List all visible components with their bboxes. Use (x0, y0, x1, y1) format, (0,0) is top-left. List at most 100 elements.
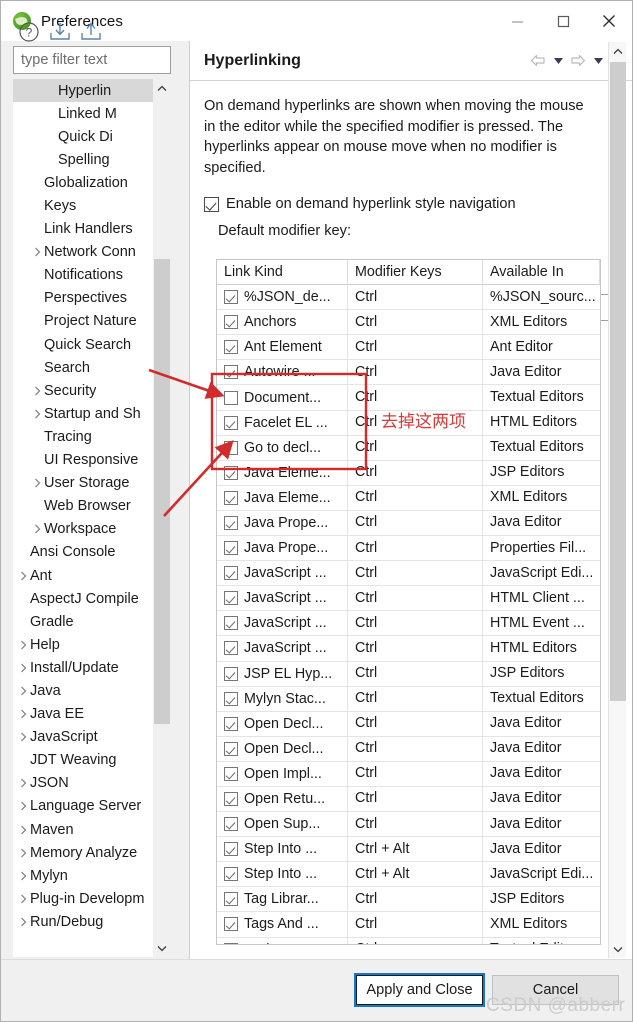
row-checkbox[interactable] (224, 641, 238, 656)
sidebar-item-java-ee[interactable]: Java EE (13, 703, 155, 726)
sidebar-item-workspace[interactable]: Workspace (13, 518, 155, 541)
table-row[interactable]: Java Prope... Ctrl Properties Fil... (217, 535, 600, 562)
sidebar-scroll-thumb[interactable] (154, 259, 170, 724)
sidebar-item-help[interactable]: Help (13, 633, 155, 656)
table-row[interactable]: %JSON_de... Ctrl %JSON_sourc... (217, 284, 600, 311)
chevron-right-icon[interactable] (31, 409, 44, 419)
filter-input[interactable] (13, 46, 171, 74)
sidebar-item-link-handlers[interactable]: Link Handlers (13, 218, 155, 241)
row-checkbox[interactable] (224, 440, 238, 455)
row-checkbox[interactable] (224, 741, 238, 756)
sidebar-item-mylyn[interactable]: Mylyn (13, 864, 155, 887)
table-row[interactable]: Open Sup... Ctrl Java Editor (217, 811, 600, 838)
sidebar-item-linked-m[interactable]: Linked M (13, 102, 155, 125)
sidebar-item-memory-analyze[interactable]: Memory Analyze (13, 841, 155, 864)
main-scroll-thumb[interactable] (610, 62, 626, 701)
forward-arrow-icon[interactable] (568, 50, 588, 72)
row-checkbox[interactable] (224, 892, 238, 907)
row-checkbox[interactable] (224, 792, 238, 807)
sidebar-item-network-conn[interactable]: Network Conn (13, 241, 155, 264)
row-checkbox[interactable] (224, 716, 238, 731)
row-checkbox[interactable] (224, 290, 238, 305)
sidebar-item-gradle[interactable]: Gradle (13, 610, 155, 633)
chevron-right-icon[interactable] (17, 778, 30, 788)
row-checkbox[interactable] (224, 490, 238, 505)
chevron-right-icon[interactable] (17, 732, 30, 742)
sidebar-item-hyperlin[interactable]: Hyperlin (13, 79, 155, 103)
chevron-right-icon[interactable] (17, 894, 30, 904)
help-icon[interactable]: ? (17, 20, 41, 44)
sidebar-item-ui-responsive[interactable]: UI Responsive (13, 449, 155, 472)
chevron-right-icon[interactable] (31, 524, 44, 534)
minimize-button[interactable] (494, 1, 540, 41)
row-checkbox[interactable] (224, 666, 238, 681)
row-checkbox[interactable] (224, 867, 238, 882)
enable-hyperlink-checkbox-row[interactable]: Enable on demand hyperlink style navigat… (204, 196, 615, 212)
sidebar-item-web-browser[interactable]: Web Browser (13, 495, 155, 518)
row-checkbox[interactable] (224, 917, 238, 932)
table-row[interactable]: Task URLs CtrlTextual Editors (217, 937, 600, 944)
table-row[interactable]: JavaScript ... Ctrl HTML Event ... (217, 610, 600, 637)
chevron-right-icon[interactable] (17, 686, 30, 696)
column-header-link-kind[interactable]: Link Kind (217, 260, 348, 285)
chevron-right-icon[interactable] (17, 825, 30, 835)
sidebar-item-perspectives[interactable]: Perspectives (13, 287, 155, 310)
table-row[interactable]: JavaScript ... Ctrl HTML Editors (217, 635, 600, 662)
table-row[interactable]: Open Retu... Ctrl Java Editor (217, 786, 600, 813)
row-checkbox[interactable] (224, 315, 238, 330)
row-checkbox[interactable] (224, 390, 238, 405)
sidebar-item-install-update[interactable]: Install/Update (13, 656, 155, 679)
sidebar-item-search[interactable]: Search (13, 356, 155, 379)
table-row[interactable]: Step Into ... Ctrl + Alt Java Editor (217, 836, 600, 863)
table-row[interactable]: JavaScript ... Ctrl JavaScript Edi... (217, 560, 600, 587)
row-checkbox[interactable] (224, 691, 238, 706)
table-row[interactable]: Open Decl... Ctrl Java Editor (217, 736, 600, 762)
main-scroll-up-icon[interactable] (609, 42, 626, 60)
sidebar-item-security[interactable]: Security (13, 379, 155, 402)
chevron-right-icon[interactable] (17, 571, 30, 581)
link-kinds-table[interactable]: Link Kind Modifier Keys Available In %JS… (216, 259, 601, 945)
sidebar-item-globalization[interactable]: Globalization (13, 171, 155, 194)
forward-dropdown-icon[interactable] (590, 50, 606, 72)
main-scroll-down-icon[interactable] (609, 940, 626, 958)
table-row[interactable]: Open Impl... Ctrl Java Editor (217, 761, 600, 787)
preferences-tree[interactable]: Hyperlin Linked M Quick Di Spelling Globaliz… (13, 79, 171, 957)
row-checkbox[interactable] (224, 465, 238, 480)
sidebar-item-run-debug[interactable]: Run/Debug (13, 910, 155, 933)
row-checkbox[interactable] (224, 365, 238, 380)
sidebar-item-java[interactable]: Java (13, 679, 155, 702)
sidebar-item-ansi-console[interactable]: Ansi Console (13, 541, 155, 564)
row-checkbox[interactable] (224, 942, 238, 944)
apply-and-close-button[interactable]: Apply and Close (354, 973, 485, 1007)
sidebar-item-javascript[interactable]: JavaScript (13, 726, 155, 749)
column-header-available-in[interactable]: Available In (483, 260, 600, 285)
sidebar-item-maven[interactable]: Maven (13, 818, 155, 841)
row-checkbox[interactable] (224, 842, 238, 857)
row-checkbox[interactable] (224, 766, 238, 781)
sidebar-item-json[interactable]: JSON (13, 772, 155, 795)
chevron-right-icon[interactable] (31, 478, 44, 488)
sidebar-item-aspectj-compile[interactable]: AspectJ Compile (13, 587, 155, 610)
table-row[interactable]: Step Into ... Ctrl + Alt JavaScript Edi... (217, 861, 600, 888)
sidebar-item-keys[interactable]: Keys (13, 194, 155, 217)
row-checkbox[interactable] (224, 415, 238, 430)
sidebar-item-quick-di[interactable]: Quick Di (13, 125, 155, 148)
chevron-right-icon[interactable] (31, 386, 44, 396)
row-checkbox[interactable] (224, 591, 238, 606)
sidebar-vertical-scrollbar[interactable] (153, 79, 171, 957)
sidebar-item-quick-search[interactable]: Quick Search (13, 333, 155, 356)
row-checkbox[interactable] (224, 566, 238, 581)
scroll-up-icon[interactable] (153, 79, 171, 97)
maximize-button[interactable] (540, 1, 586, 41)
sidebar-item-language-server[interactable]: Language Server (13, 795, 155, 818)
export-icon[interactable] (80, 21, 104, 43)
sidebar-item-project-nature[interactable]: Project Nature (13, 310, 155, 333)
row-checkbox[interactable] (224, 541, 238, 556)
chevron-right-icon[interactable] (17, 709, 30, 719)
column-header-modifier-keys[interactable]: Modifier Keys (348, 260, 483, 285)
sidebar-item-spelling[interactable]: Spelling (13, 148, 155, 171)
table-row[interactable]: Autowire ... Ctrl Java Editor (217, 359, 600, 386)
sidebar-item-plug-in-developm[interactable]: Plug-in Developm (13, 887, 155, 910)
table-row[interactable]: Go to decl... Ctrl Textual Editors (217, 435, 600, 461)
sidebar-item-startup-and-sh[interactable]: Startup and Sh (13, 402, 155, 425)
